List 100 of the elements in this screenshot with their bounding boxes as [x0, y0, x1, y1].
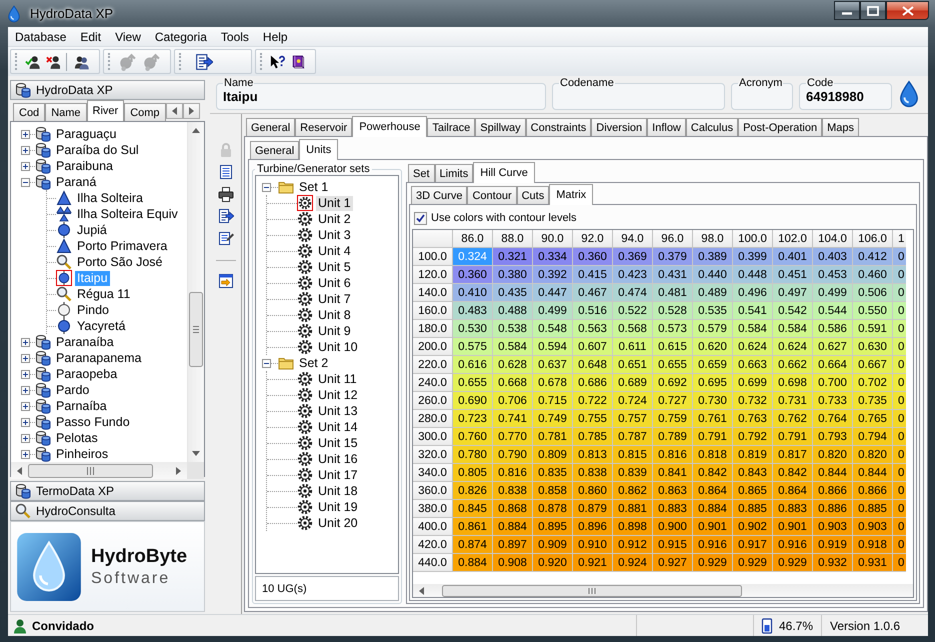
tab[interactable]: Name: [45, 103, 87, 121]
matrix-cell[interactable]: 0.764: [813, 410, 853, 428]
matrix-cell[interactable]: 0.862: [613, 482, 653, 500]
matrix-cell[interactable]: 0.723: [453, 410, 493, 428]
matrix-cell[interactable]: 0.791: [773, 428, 813, 446]
menu-item[interactable]: Categoria: [148, 28, 214, 46]
tree-item[interactable]: Paraibuna: [54, 158, 115, 174]
matrix-cell[interactable]: 0.548: [533, 320, 573, 338]
scroll-up-icon[interactable]: [192, 128, 200, 133]
matrix-cell[interactable]: 0: [893, 446, 906, 464]
matrix-cell[interactable]: 0.730: [693, 392, 733, 410]
matrix-cell[interactable]: 0.902: [733, 518, 773, 536]
tab[interactable]: Inflow: [647, 118, 686, 136]
matrix-cell[interactable]: 0.573: [653, 320, 693, 338]
matrix-cell[interactable]: 0.594: [533, 338, 573, 356]
matrix-cell[interactable]: 0.793: [813, 428, 853, 446]
plus-box-icon[interactable]: [21, 338, 30, 346]
tree-item[interactable]: Unit 11: [316, 372, 359, 386]
tree-item[interactable]: Paraopeba: [54, 366, 120, 382]
tab[interactable]: Comp: [124, 103, 166, 121]
matrix-cell[interactable]: 0.496: [733, 284, 773, 302]
matrix-cell[interactable]: 0.620: [693, 338, 733, 356]
matrix-cell[interactable]: 0.741: [493, 410, 533, 428]
matrix-cell[interactable]: 0: [893, 410, 906, 428]
scroll-down-icon[interactable]: [192, 451, 200, 456]
plus-box-icon[interactable]: [21, 130, 30, 138]
matrix-cell[interactable]: 0: [893, 284, 906, 302]
tab[interactable]: Diversion: [591, 118, 648, 136]
tree-item[interactable]: Unit 2: [316, 212, 353, 226]
tree-item[interactable]: Unit 17: [316, 468, 360, 482]
tree-item[interactable]: Pindo: [75, 302, 111, 318]
matrix-cell[interactable]: 0: [893, 482, 906, 500]
matrix-cell[interactable]: 0.474: [613, 284, 653, 302]
matrix-cell[interactable]: 0.733: [813, 392, 853, 410]
tree-item[interactable]: Set 1: [297, 180, 330, 194]
matrix-cell[interactable]: 0.874: [453, 536, 493, 554]
matrix-cell[interactable]: 0.499: [533, 302, 573, 320]
matrix-cell[interactable]: 0.535: [693, 302, 733, 320]
matrix-cell[interactable]: 0.401: [773, 248, 813, 266]
matrix-cell[interactable]: 0.762: [773, 410, 813, 428]
matrix-cell[interactable]: 0.715: [533, 392, 573, 410]
matrix-cell[interactable]: 0.759: [653, 410, 693, 428]
tree-item[interactable]: Unit 15: [316, 436, 360, 450]
matrix-cell[interactable]: 0.813: [573, 446, 613, 464]
matrix-cell[interactable]: 0.380: [493, 266, 533, 284]
tree-item[interactable]: Unit 8: [316, 308, 353, 322]
tree-item[interactable]: Unit 3: [316, 228, 353, 242]
tree-item[interactable]: Unit 12: [316, 388, 360, 402]
tree-item[interactable]: Porto Primavera: [75, 238, 170, 254]
matrix-cell[interactable]: 0.884: [493, 518, 533, 536]
matrix-cell[interactable]: 0.791: [693, 428, 733, 446]
matrix-cell[interactable]: 0.897: [493, 536, 533, 554]
matrix-cell[interactable]: 0: [893, 248, 906, 266]
matrix-cell[interactable]: 0.399: [733, 248, 773, 266]
tree-item[interactable]: Ilha Solteira Equiv: [75, 206, 180, 222]
close-button[interactable]: [886, 1, 929, 20]
matrix-cell[interactable]: 0: [893, 266, 906, 284]
matrix-cell[interactable]: 0.826: [453, 482, 493, 500]
scroll-right-icon[interactable]: [176, 466, 181, 474]
tab[interactable]: Units: [299, 139, 338, 160]
tree-item[interactable]: Unit 4: [316, 244, 353, 258]
matrix-cell[interactable]: 0.910: [573, 536, 613, 554]
tab[interactable]: Set: [408, 164, 435, 182]
matrix-cell[interactable]: 0.790: [493, 446, 533, 464]
matrix-cell[interactable]: 0.844: [813, 464, 853, 482]
menu-item[interactable]: Database: [8, 28, 74, 46]
matrix-cell[interactable]: 0: [893, 338, 906, 356]
plus-box-icon[interactable]: [21, 146, 30, 154]
matrix-cell[interactable]: 0.431: [653, 266, 693, 284]
tree-item[interactable]: Unit 6: [316, 276, 353, 290]
tab[interactable]: Maps: [822, 118, 859, 136]
matrix-cell[interactable]: 0.700: [813, 374, 853, 392]
plus-box-icon[interactable]: [21, 386, 30, 394]
matrix-cell[interactable]: 0.884: [453, 554, 493, 572]
matrix-cell[interactable]: 0.864: [773, 482, 813, 500]
matrix-cell[interactable]: 0: [893, 518, 906, 536]
matrix-cell[interactable]: 0.662: [773, 356, 813, 374]
matrix-cell[interactable]: 0.901: [773, 518, 813, 536]
matrix-cell[interactable]: 0.321: [493, 248, 533, 266]
minimize-button[interactable]: [834, 1, 860, 20]
matrix-cell[interactable]: 0.918: [853, 536, 893, 554]
matrix-cell[interactable]: 0: [893, 554, 906, 572]
help-pointer-icon[interactable]: [270, 52, 284, 70]
matrix-cell[interactable]: 0.627: [813, 338, 853, 356]
tree-item[interactable]: Unit 13: [316, 404, 360, 418]
matrix-cell[interactable]: 0.467: [573, 284, 613, 302]
tree-item[interactable]: Pelotas: [54, 430, 100, 446]
matrix-cell[interactable]: 0.334: [533, 248, 573, 266]
matrix-cell[interactable]: 0.423: [613, 266, 653, 284]
section-button[interactable]: HydroConsulta: [10, 501, 205, 521]
checkbox[interactable]: [414, 212, 427, 224]
matrix-cell[interactable]: 0.842: [773, 464, 813, 482]
matrix-cell[interactable]: 0.843: [733, 464, 773, 482]
matrix-cell[interactable]: 0: [893, 428, 906, 446]
matrix-cell[interactable]: 0.724: [613, 392, 653, 410]
matrix-cell[interactable]: 0.678: [533, 374, 573, 392]
matrix-cell[interactable]: 0.909: [533, 536, 573, 554]
tree-item[interactable]: Unit 18: [316, 484, 360, 498]
matrix-cell[interactable]: 0.451: [773, 266, 813, 284]
matrix-cell[interactable]: 0.780: [453, 446, 493, 464]
